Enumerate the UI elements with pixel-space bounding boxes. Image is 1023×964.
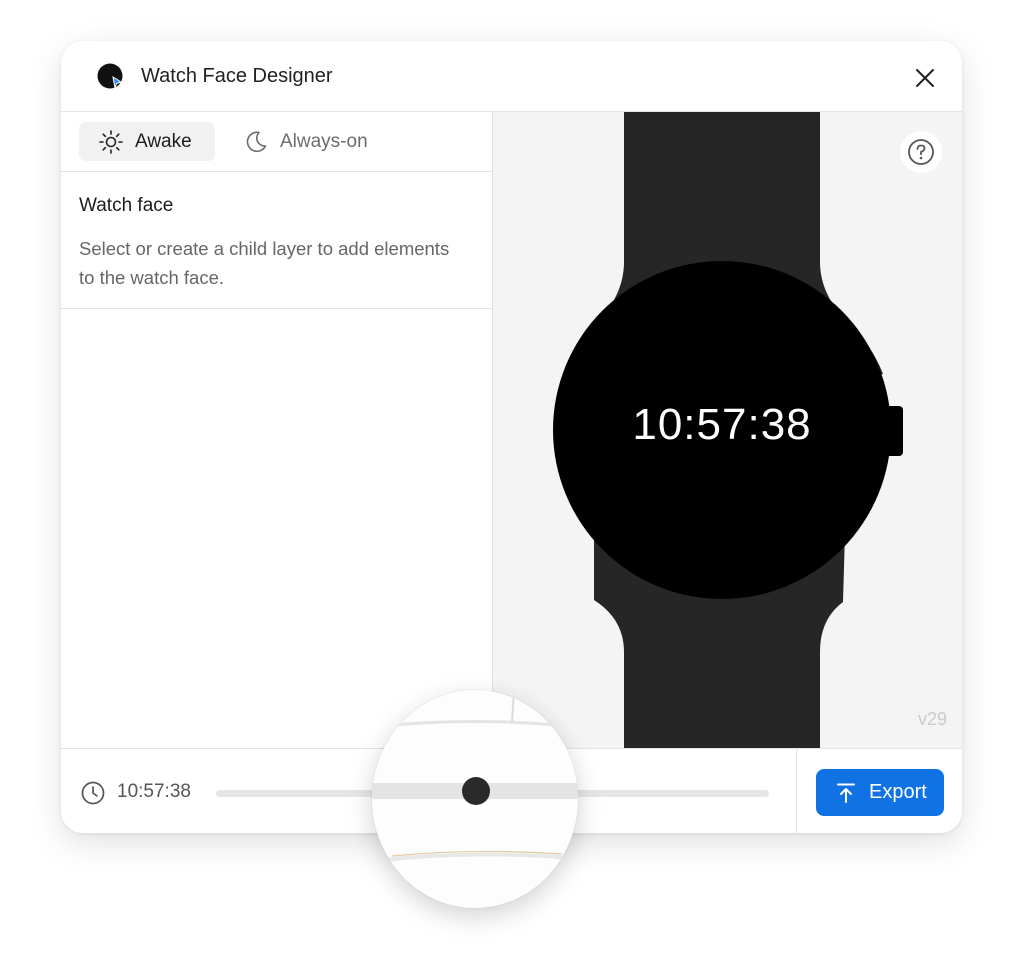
version-label: v29 [917, 709, 947, 729]
watch-preview: 10:57:38 v29 [493, 112, 962, 748]
upload-icon [837, 783, 855, 803]
tab-awake-label: Awake [135, 130, 192, 152]
watch-time-display: 10:57:38 [632, 400, 812, 449]
tab-always-on-label: Always-on [280, 130, 368, 152]
app-logo-icon [97, 63, 123, 89]
layer-panel: Awake Always-on Watch face Select or cre… [61, 112, 493, 748]
watch-face-section: Watch face Select or create a child laye… [61, 172, 492, 309]
export-button[interactable]: Export [816, 769, 944, 816]
scrubber-thumb[interactable] [462, 777, 490, 805]
export-label: Export [869, 781, 927, 803]
sun-icon [99, 129, 123, 154]
app-title: Watch Face Designer [141, 65, 333, 87]
section-description: Select or create a child layer to add el… [79, 238, 450, 288]
bottom-divider [796, 749, 797, 833]
clock-icon [81, 781, 105, 805]
magnifier-lens [372, 690, 578, 908]
title-bar: Watch Face Designer [61, 41, 962, 112]
help-button[interactable] [900, 131, 942, 173]
mode-tabs: Awake Always-on [61, 112, 492, 172]
tab-always-on[interactable]: Always-on [224, 122, 394, 161]
timeline-time: 10:57:38 [117, 781, 191, 802]
tab-awake[interactable]: Awake [79, 122, 215, 161]
moon-icon [246, 130, 267, 152]
close-icon [916, 69, 934, 87]
help-icon [908, 139, 934, 165]
section-title: Watch face [79, 195, 174, 216]
close-button[interactable] [912, 65, 938, 91]
